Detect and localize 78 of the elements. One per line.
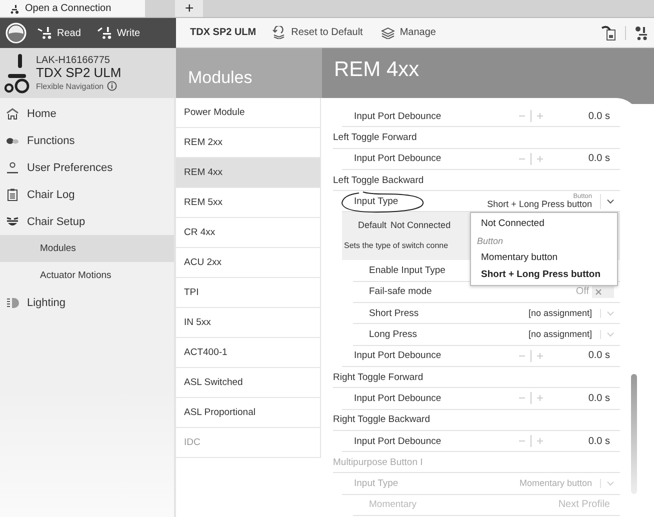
- wheelchair-icon: [96, 27, 113, 39]
- module-item[interactable]: ASL Switched: [176, 368, 320, 398]
- module-item[interactable]: IN 5xx: [176, 308, 320, 338]
- logo-icon: [5, 22, 27, 44]
- light-icon: [6, 296, 19, 308]
- device-serial: LAK-H16166775: [36, 54, 111, 66]
- setting-label: Input Port Debounce: [354, 153, 442, 164]
- setting-label: Input Port Debounce: [354, 350, 442, 362]
- layers-icon: [380, 26, 395, 38]
- menu-option[interactable]: Short + Long Press button: [471, 266, 617, 284]
- dropdown-select[interactable]: [no assignment]: [528, 330, 601, 340]
- default-label: Default: [358, 220, 387, 230]
- module-item[interactable]: Power Module: [176, 98, 320, 128]
- module-item[interactable]: REM 4xx: [176, 158, 320, 188]
- section-heading: Left Toggle Forward: [333, 127, 620, 149]
- setting-label: Input Type: [354, 478, 398, 490]
- device-mode: Flexible Navigation: [36, 82, 104, 91]
- tab[interactable]: Open a Connection: [0, 0, 145, 17]
- setting-value: Next Profile: [558, 499, 610, 510]
- clipboard-icon: [6, 188, 19, 201]
- toolbar-button[interactable]: Manage: [378, 24, 438, 40]
- setting-label: Fail-safe mode: [369, 286, 432, 298]
- setting-label: Short Press: [369, 308, 419, 319]
- toolbar-button[interactable]: Reset to Default: [270, 24, 365, 41]
- sidebar-item[interactable]: Lighting: [0, 289, 174, 316]
- setting-value: 0.0 s: [588, 350, 610, 362]
- device-name: TDX SP2 ULM: [36, 66, 122, 82]
- setting-description: Sets the type of switch conne: [344, 240, 448, 250]
- sidebar-item[interactable]: Functions: [0, 127, 174, 154]
- setting-label: Enable Input Type: [369, 265, 446, 276]
- setting-value: 0.0 s: [588, 110, 610, 122]
- wheelchair-icon[interactable]: [634, 24, 648, 40]
- home-icon: [6, 108, 19, 120]
- module-item[interactable]: CR 4xx: [176, 218, 320, 248]
- section-heading: Left Toggle Backward: [333, 170, 620, 192]
- scrollbar-thumb[interactable]: [631, 374, 637, 494]
- sidebar-item[interactable]: Chair Setup: [0, 208, 174, 235]
- setting-value: 0.0 s: [588, 153, 610, 164]
- module-item[interactable]: ACT400-1: [176, 338, 320, 368]
- info-icon[interactable]: [106, 81, 117, 92]
- wheelchair-icon: [37, 27, 53, 39]
- module-item[interactable]: ASL Proportional: [176, 398, 320, 428]
- chevron-down-icon[interactable]: [607, 198, 614, 204]
- sidebar-item[interactable]: Actuator Motions: [0, 262, 174, 289]
- tab[interactable]: +: [175, 0, 203, 17]
- default-value: Not Connected: [390, 220, 451, 230]
- menu-group-label: Button: [476, 234, 504, 248]
- setting-label: Input Port Debounce: [354, 392, 442, 404]
- wheelchair-icon: [10, 4, 20, 14]
- wheelchair-icon: [4, 52, 30, 94]
- setting-label: Momentary: [369, 499, 417, 510]
- device-name: TDX SP2 ULM: [190, 27, 256, 38]
- setting-label: Long Press: [369, 329, 418, 340]
- toolbar-button[interactable]: Write: [90, 24, 146, 42]
- toolbar-button[interactable]: Read: [31, 24, 87, 42]
- module-item[interactable]: ACU 2xx: [176, 248, 320, 278]
- page-title: REM 4xx: [334, 58, 420, 81]
- menu-option[interactable]: Not Connected: [471, 215, 617, 232]
- setting-value: 0.0 s: [588, 392, 610, 404]
- module-item[interactable]: REM 5xx: [176, 188, 320, 218]
- user-icon: [6, 162, 19, 174]
- document-arrow-icon[interactable]: [601, 24, 617, 40]
- setting-label: Input Type: [354, 196, 398, 207]
- setting-value: 0.0 s: [588, 436, 610, 446]
- setting-label: Input Port Debounce: [354, 436, 442, 446]
- section-heading: Right Toggle Backward: [333, 410, 620, 431]
- module-item[interactable]: TPI: [176, 278, 320, 308]
- menu-option[interactable]: Momentary button: [471, 249, 617, 266]
- sidebar-item[interactable]: Modules: [0, 235, 174, 262]
- sidebar-item[interactable]: Chair Log: [0, 181, 174, 208]
- sidebar-item[interactable]: User Preferences: [0, 154, 174, 181]
- panel-title: Modules: [188, 68, 252, 88]
- section-heading: Multipurpose Button I: [333, 452, 620, 474]
- reset-icon: [272, 26, 286, 39]
- sidebar-item[interactable]: Home: [0, 100, 174, 127]
- section-heading: Right Toggle Forward: [333, 366, 620, 388]
- dropdown-select[interactable]: [no assignment]: [528, 308, 601, 318]
- setting-label: Input Port Debounce: [354, 110, 442, 122]
